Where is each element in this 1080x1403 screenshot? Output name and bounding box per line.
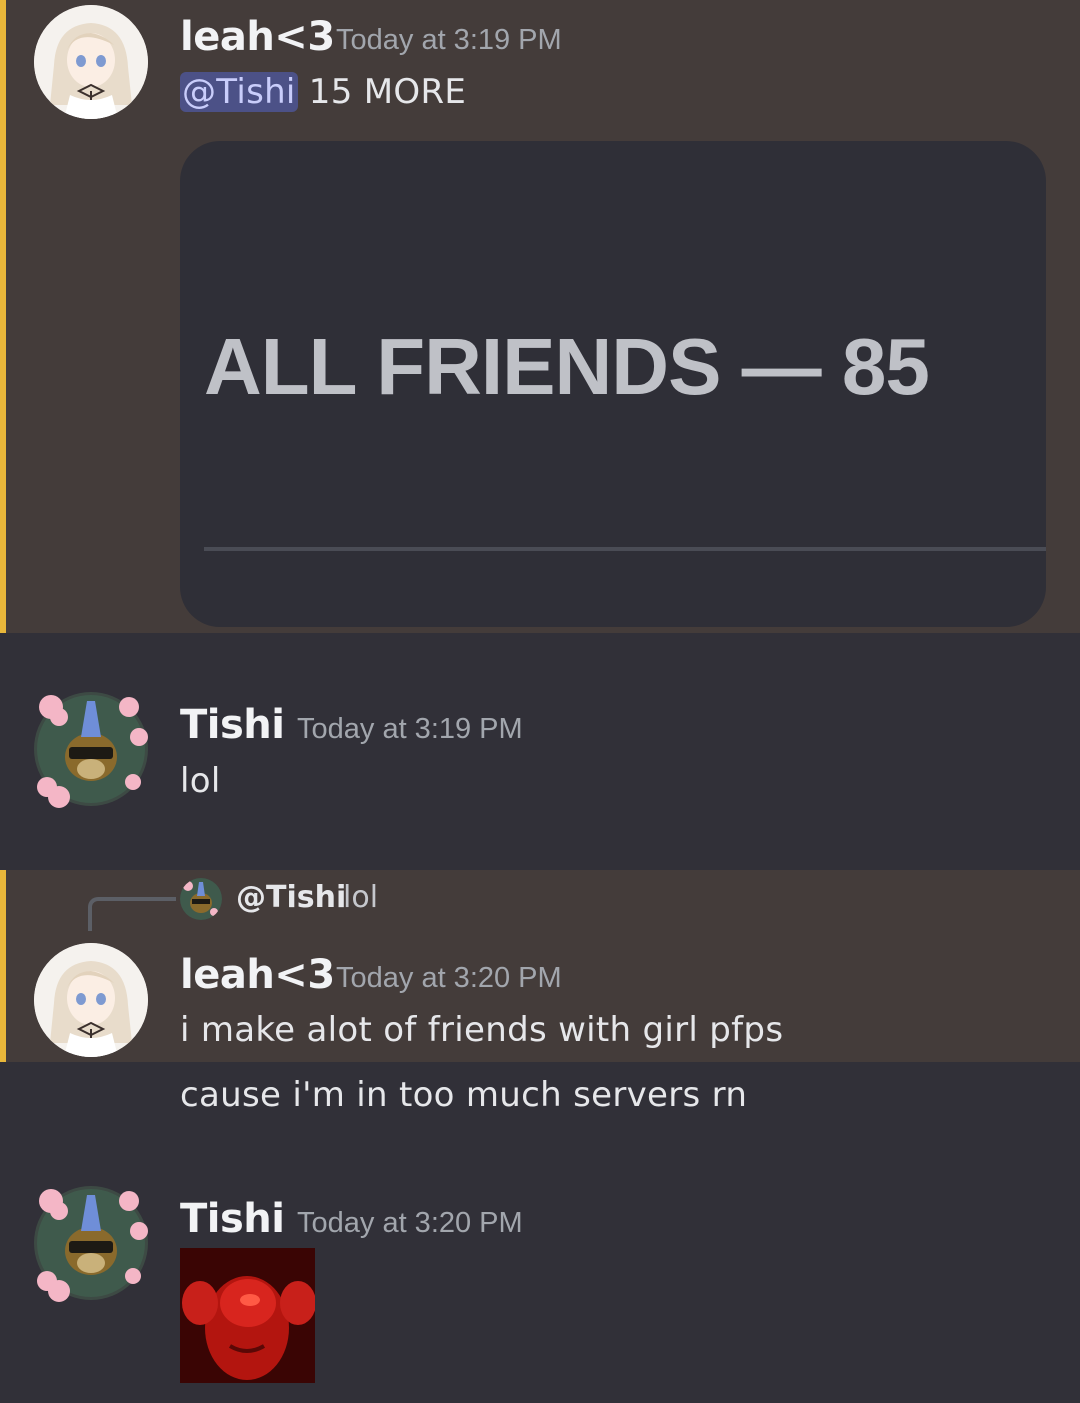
message-author[interactable]: leah<3 xyxy=(180,14,335,60)
user-mention[interactable]: @Tishi xyxy=(180,72,298,112)
flower-frame-avatar-icon xyxy=(37,1189,148,1302)
reply-author[interactable]: @Tishi xyxy=(236,880,346,915)
message-author[interactable]: Tishi xyxy=(180,702,285,748)
reply-avatar[interactable] xyxy=(180,878,222,920)
message-timestamp: Today at 3:19 PM xyxy=(297,713,523,745)
image-embed[interactable]: ALL FRIENDS — 85 xyxy=(180,141,1046,627)
message-content: @Tishi 15 MORE xyxy=(180,72,466,112)
avatar[interactable] xyxy=(34,692,148,808)
reply-connector xyxy=(88,897,176,931)
message-text: 15 MORE xyxy=(297,72,467,112)
reply-preview[interactable]: lol xyxy=(343,880,378,915)
message-author[interactable]: Tishi xyxy=(180,1196,285,1242)
embed-title: ALL FRIENDS — 85 xyxy=(204,322,930,411)
anime-girl-avatar-icon xyxy=(34,943,148,1057)
flower-frame-avatar-icon xyxy=(37,695,148,808)
message-timestamp: Today at 3:19 PM xyxy=(336,24,562,56)
anime-girl-avatar-icon xyxy=(34,5,148,119)
image-attachment[interactable] xyxy=(180,1248,315,1383)
message-text: lol xyxy=(180,761,221,801)
message-author[interactable]: leah<3 xyxy=(180,952,335,998)
message-text: i make alot of friends with girl pfps xyxy=(180,1010,784,1050)
message-text-followup: cause i'm in too much servers rn xyxy=(180,1075,748,1115)
mention-highlight-bar xyxy=(0,870,6,1062)
message-timestamp: Today at 3:20 PM xyxy=(336,962,562,994)
avatar[interactable] xyxy=(34,5,148,119)
mention-highlight-bar xyxy=(0,0,6,633)
red-face-image-icon xyxy=(180,1248,315,1383)
embed-divider xyxy=(204,547,1046,551)
flower-frame-avatar-icon xyxy=(180,878,222,920)
message-timestamp: Today at 3:20 PM xyxy=(297,1207,523,1239)
avatar[interactable] xyxy=(34,1186,148,1302)
avatar[interactable] xyxy=(34,943,148,1057)
